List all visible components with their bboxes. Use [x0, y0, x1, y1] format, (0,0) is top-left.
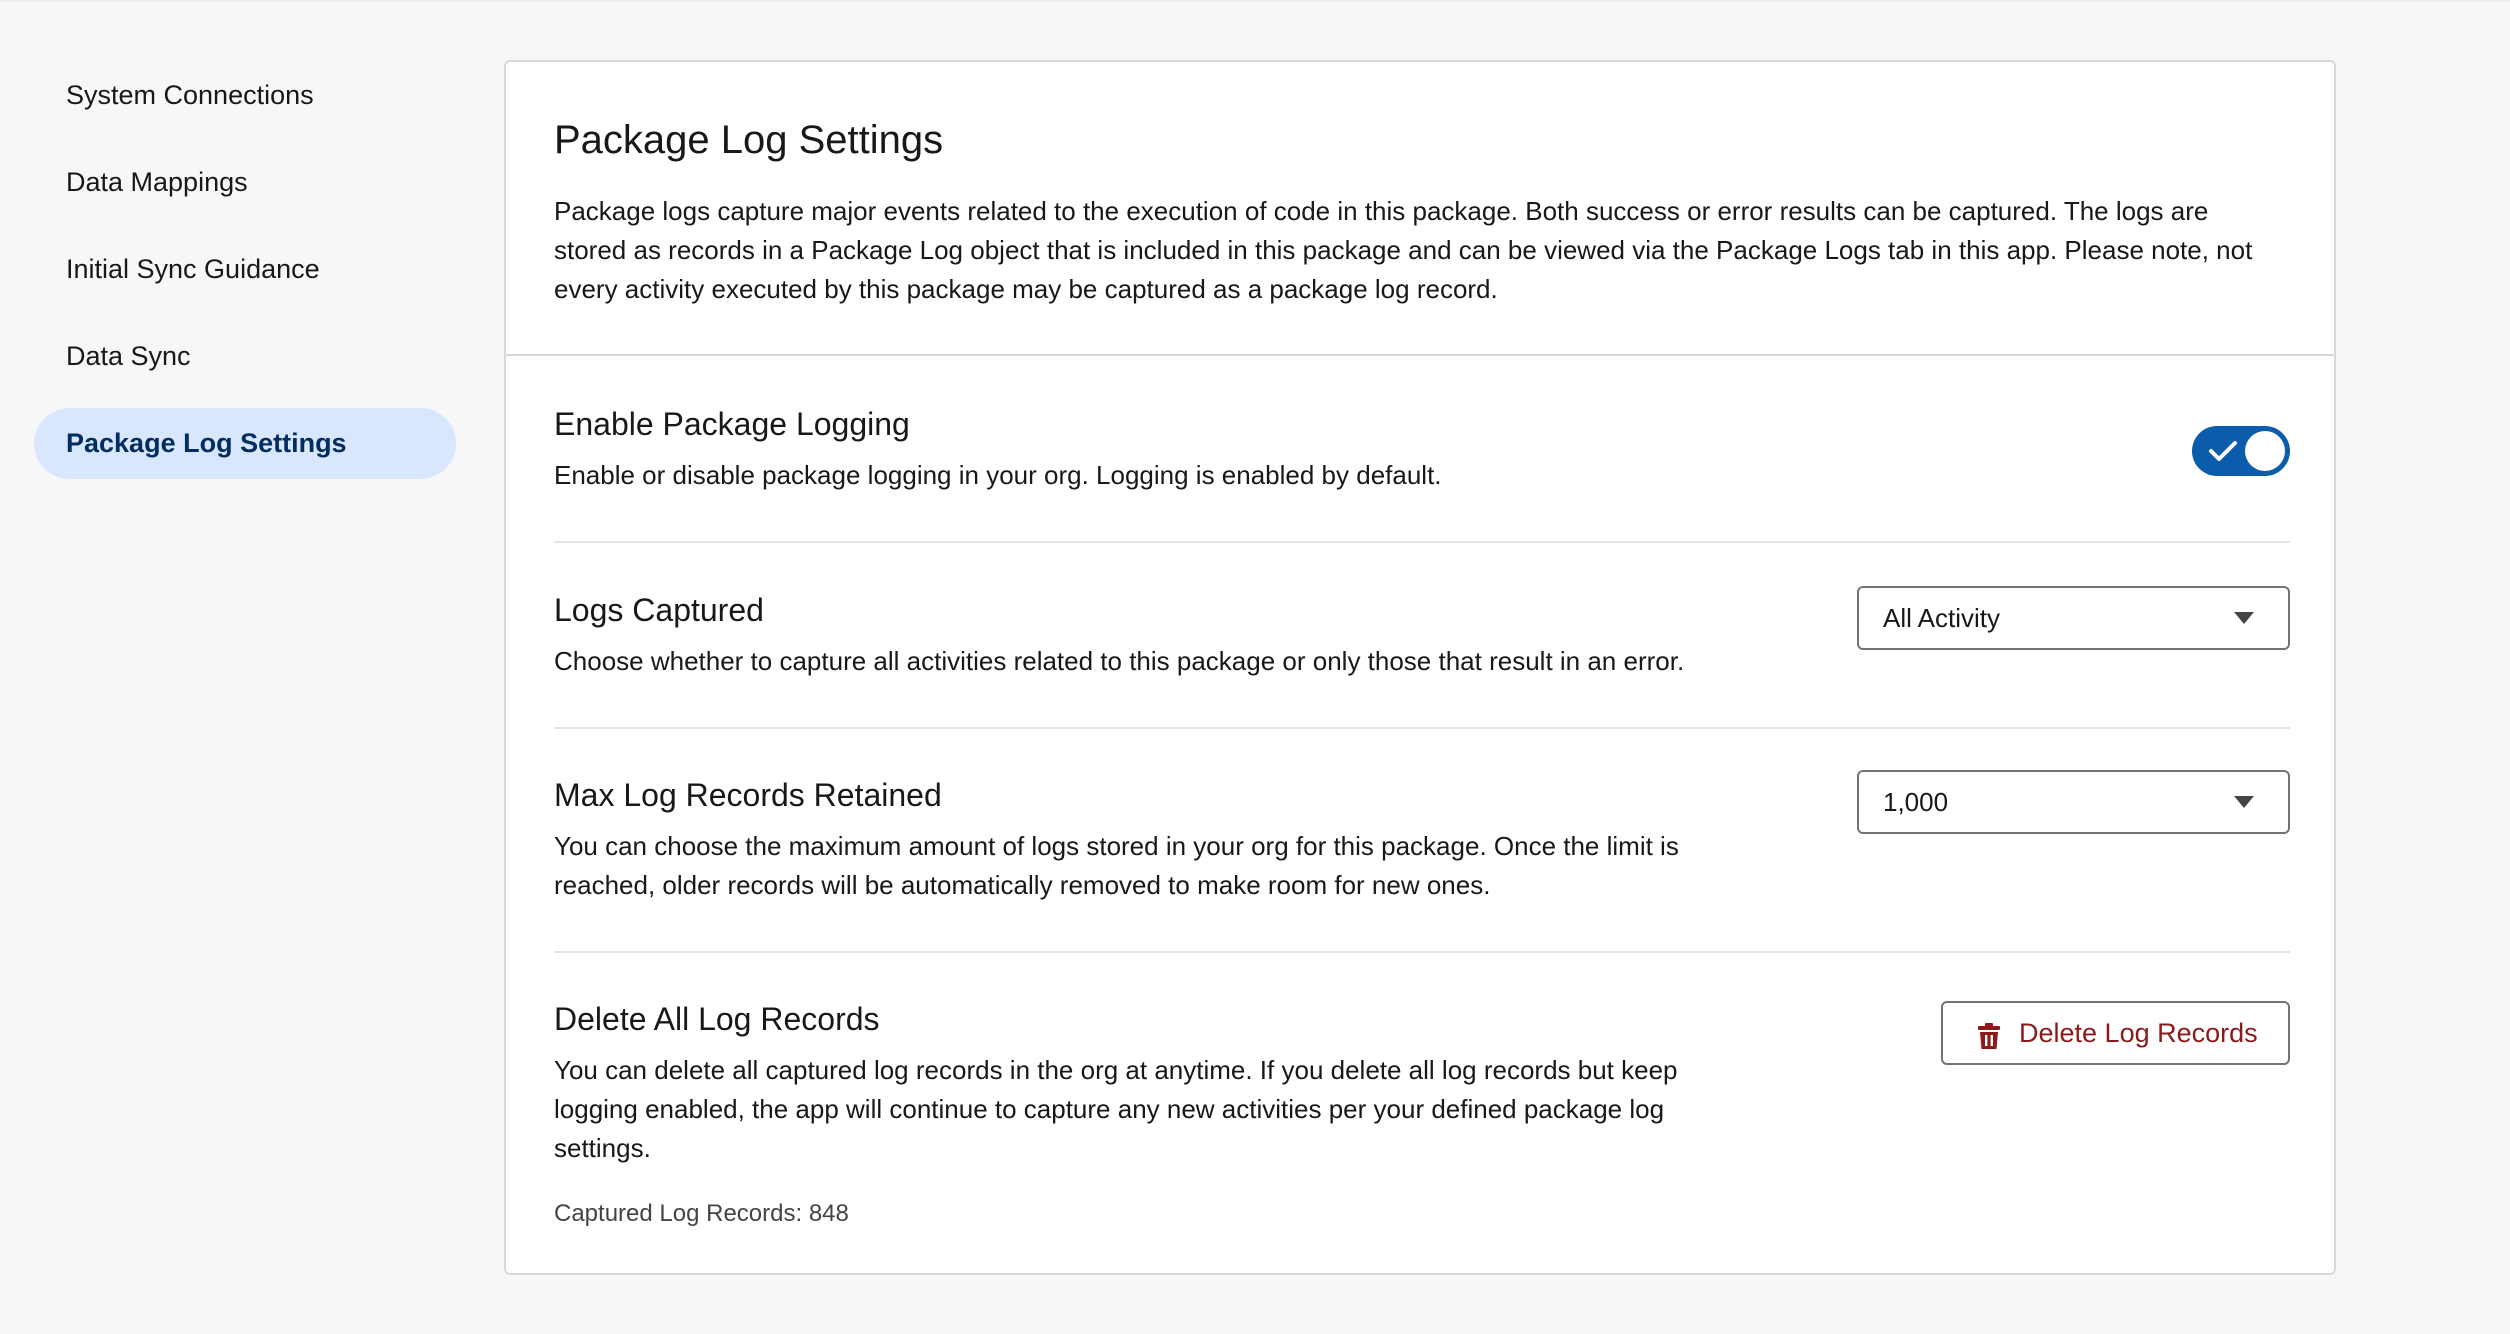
max-records-select[interactable]: 1,000: [1857, 770, 2290, 834]
chevron-down-icon: [2234, 612, 2254, 624]
logs-captured-description: Choose whether to capture all activities…: [554, 646, 1685, 676]
sidebar-item-initial-sync-guidance[interactable]: Initial Sync Guidance: [34, 234, 456, 305]
delete-button-label: Delete Log Records: [2019, 1018, 2258, 1048]
logs-captured-section: Logs Captured Choose whether to capture …: [554, 586, 2290, 712]
check-icon: [2209, 441, 2237, 461]
sidebar-item-package-log-settings[interactable]: Package Log Settings: [34, 408, 456, 479]
sidebar-item-system-connections[interactable]: System Connections: [34, 60, 456, 131]
logging-toggle[interactable]: [2192, 426, 2290, 476]
page-description: Package logs capture major events relate…: [554, 196, 2253, 304]
logs-captured-select[interactable]: All Activity: [1857, 586, 2290, 650]
max-records-selected-value: 1,000: [1883, 787, 1949, 817]
logging-description: Enable or disable package logging in you…: [554, 460, 1442, 490]
logging-section: Enable Package Logging Enable or disable…: [554, 406, 2290, 526]
logging-title: Enable Package Logging: [554, 406, 910, 442]
page-title: Package Log Settings: [554, 118, 944, 162]
card-header: Package Log Settings Package logs captur…: [506, 62, 2334, 356]
max-records-title: Max Log Records Retained: [554, 777, 942, 813]
delete-all-section: Delete All Log Records You can delete al…: [554, 1001, 2290, 1191]
max-records-description: You can choose the maximum amount of log…: [554, 831, 1679, 900]
sidebar-item-label: Initial Sync Guidance: [66, 254, 320, 284]
sidebar-item-label: System Connections: [66, 80, 314, 110]
captured-records-count: Captured Log Records: 848: [554, 1200, 849, 1227]
sidebar-item-label: Data Sync: [66, 341, 191, 371]
settings-sidebar: System Connections Data Mappings Initial…: [34, 60, 456, 495]
section-divider: [554, 541, 2290, 543]
top-divider: [0, 0, 2510, 2]
section-divider: [554, 727, 2290, 729]
delete-all-description: You can delete all captured log records …: [554, 1055, 1678, 1163]
settings-card: Package Log Settings Package logs captur…: [504, 60, 2336, 1275]
logs-captured-title: Logs Captured: [554, 592, 764, 628]
toggle-knob: [2245, 431, 2285, 471]
logs-captured-selected-value: All Activity: [1883, 603, 2001, 633]
sidebar-item-data-mappings[interactable]: Data Mappings: [34, 147, 456, 218]
section-divider: [554, 951, 2290, 953]
chevron-down-icon: [2234, 796, 2254, 808]
sidebar-item-label: Data Mappings: [66, 167, 248, 197]
sidebar-item-data-sync[interactable]: Data Sync: [34, 321, 456, 392]
trash-icon: [1978, 1023, 2000, 1049]
sidebar-item-label: Package Log Settings: [66, 428, 347, 458]
max-records-section: Max Log Records Retained You can choose …: [554, 770, 2290, 937]
delete-log-records-button[interactable]: Delete Log Records: [1941, 1001, 2290, 1065]
delete-all-title: Delete All Log Records: [554, 1001, 880, 1037]
